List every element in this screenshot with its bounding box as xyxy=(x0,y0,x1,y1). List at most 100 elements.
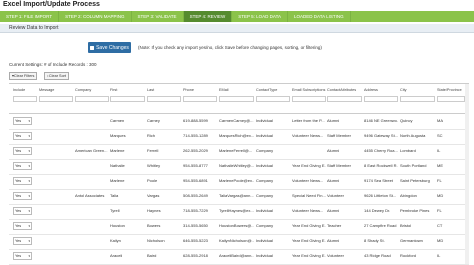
table-cell: FL xyxy=(437,178,442,183)
review-grid: Include Message Company First Last Phone EMail… xyxy=(9,83,469,265)
table-cell: Germantown xyxy=(400,238,423,243)
table-cell: MD xyxy=(437,193,444,198)
include-select[interactable]: Yes ▾ xyxy=(13,192,32,200)
include-select[interactable]: Yes ▾ xyxy=(13,147,32,155)
column-filter-input[interactable] xyxy=(292,95,326,102)
column-header[interactable]: State/Province xyxy=(437,88,465,102)
column-header-label: Include xyxy=(13,88,26,92)
column-filter-input[interactable] xyxy=(364,95,398,102)
column-filter-input[interactable] xyxy=(400,95,435,102)
table-cell: Year End Giving E... xyxy=(292,223,326,228)
table-cell: Carney xyxy=(147,118,160,123)
include-value: Yes xyxy=(15,194,22,198)
save-note: (Note: If you check any import yes/no, c… xyxy=(138,45,322,50)
table-cell: Individual xyxy=(256,163,273,168)
column-filter-input[interactable] xyxy=(437,95,465,102)
save-changes-button[interactable]: Save Changes xyxy=(88,42,131,53)
table-cell: Tyrell xyxy=(110,208,120,213)
table-cell: NathalieWhitley@... xyxy=(219,163,254,168)
table-row: Yes ▾ Kailyn Nicholson 646-555-5223 KailynNic… xyxy=(9,234,469,250)
table-row: Yes ▾ Tyrell Haynes 718-555-7229 TyrellHaynes… xyxy=(9,204,469,220)
table-cell: HoustonBowers@... xyxy=(219,223,254,228)
column-header[interactable]: City xyxy=(400,88,435,102)
table-cell: 314-555-5650 xyxy=(183,223,208,228)
table-cell: 508-555-2649 xyxy=(183,193,208,198)
tab-review[interactable]: STEP 4: REVIEW xyxy=(183,11,233,22)
column-header[interactable]: Phone xyxy=(183,88,217,102)
column-filter-input[interactable] xyxy=(219,95,254,102)
table-cell: CarmenCarney@... xyxy=(219,118,254,123)
table-cell: American Green... xyxy=(75,148,108,153)
wizard-tabs: STEP 1: FILE IMPORT STEP 2: COLUMN MAPPI… xyxy=(0,11,474,22)
column-header[interactable]: Company xyxy=(75,88,109,102)
tab-column-mapping[interactable]: STEP 2: COLUMN MAPPING xyxy=(59,11,132,22)
table-cell: 619-888-5599 xyxy=(183,118,208,123)
include-select[interactable]: Yes ▾ xyxy=(13,132,32,140)
table-cell: Haynes xyxy=(147,208,161,213)
chevron-down-icon: ▾ xyxy=(28,179,30,183)
include-select[interactable]: Yes ▾ xyxy=(13,252,32,260)
column-filter-input[interactable] xyxy=(13,95,37,102)
include-select[interactable]: Yes ▾ xyxy=(13,177,32,185)
table-cell: 144 Dewey Dr. xyxy=(364,208,391,213)
table-cell: Volunteer News... xyxy=(292,178,324,183)
table-cell: Houston xyxy=(110,223,125,228)
column-filter-input[interactable] xyxy=(75,95,109,102)
table-cell: TyrellHaynes@ex... xyxy=(219,208,254,213)
tab-loaded-data-listing[interactable]: LOADED DATA LISTING xyxy=(288,11,351,22)
column-header[interactable]: Email Subscriptions xyxy=(292,88,326,102)
table-cell: North Augusta xyxy=(400,133,426,138)
column-header[interactable]: Message xyxy=(39,88,73,102)
chevron-down-icon: ▾ xyxy=(28,119,30,123)
vertical-scrollbar[interactable] xyxy=(465,84,469,264)
column-header[interactable]: First xyxy=(110,88,145,102)
clear-sort-button[interactable]: ↕Clear Sort xyxy=(44,72,69,80)
column-filter-input[interactable] xyxy=(39,95,73,102)
include-select[interactable]: Yes ▾ xyxy=(13,162,32,170)
column-header[interactable]: EMail xyxy=(219,88,254,102)
include-select[interactable]: Yes ▾ xyxy=(13,237,32,245)
include-select[interactable]: Yes ▾ xyxy=(13,222,32,230)
column-header[interactable]: Include xyxy=(13,88,37,102)
table-cell: Alumni xyxy=(327,208,340,213)
table-row: Yes ▾ Carmen Carney 619-888-5599 CarmenCarney… xyxy=(9,114,469,130)
table-cell: 646-555-5223 xyxy=(183,238,208,243)
include-value: Yes xyxy=(15,239,22,243)
column-header[interactable]: Last xyxy=(147,88,181,102)
include-select[interactable]: Yes ▾ xyxy=(13,117,32,125)
tab-load-data[interactable]: STEP 5: LOAD DATA xyxy=(232,11,289,22)
table-cell: 8 Shady St. xyxy=(364,238,385,243)
table-row: Yes ▾ Marlene Poole 954-555-6891 MarlenePoole… xyxy=(9,174,469,190)
column-filter-input[interactable] xyxy=(110,95,145,102)
column-header[interactable]: ContactAttributes xyxy=(327,88,362,102)
table-cell: ME xyxy=(437,163,443,168)
column-header[interactable]: Address xyxy=(364,88,398,102)
column-filter-input[interactable] xyxy=(327,95,362,102)
column-filter-input[interactable] xyxy=(183,95,217,102)
tab-file-import[interactable]: STEP 1: FILE IMPORT xyxy=(0,11,60,22)
column-header-label: Phone xyxy=(183,88,194,92)
table-cell: MA xyxy=(437,118,443,123)
table-cell: Vargas xyxy=(147,193,160,198)
column-header-label: Message xyxy=(39,88,55,92)
section-header: Review Data to Import xyxy=(0,24,474,33)
table-cell: 43 Ridge Road xyxy=(364,253,391,258)
table-cell: Baird xyxy=(147,253,157,258)
chevron-down-icon: ▾ xyxy=(28,254,30,258)
table-cell: Marlene xyxy=(110,148,125,153)
table-cell: 262-555-2029 xyxy=(183,148,208,153)
table-cell: AraceliBaird@ann... xyxy=(219,253,254,258)
tab-validate[interactable]: STEP 3: VALIDATE xyxy=(132,11,184,22)
include-value: Yes xyxy=(15,209,22,213)
chevron-down-icon: ▾ xyxy=(28,194,30,198)
include-select[interactable]: Yes ▾ xyxy=(13,207,32,215)
table-cell: Volunteer xyxy=(327,253,344,258)
column-filter-input[interactable] xyxy=(147,95,181,102)
table-cell: 954-555-6891 xyxy=(183,178,208,183)
clear-filters-button[interactable]: ▾Clear Filters xyxy=(9,72,38,80)
include-value: Yes xyxy=(15,179,22,183)
table-cell: Company xyxy=(256,178,274,183)
table-cell: Talia xyxy=(110,193,119,198)
column-header[interactable]: ContactType xyxy=(256,88,290,102)
column-filter-input[interactable] xyxy=(256,95,290,102)
